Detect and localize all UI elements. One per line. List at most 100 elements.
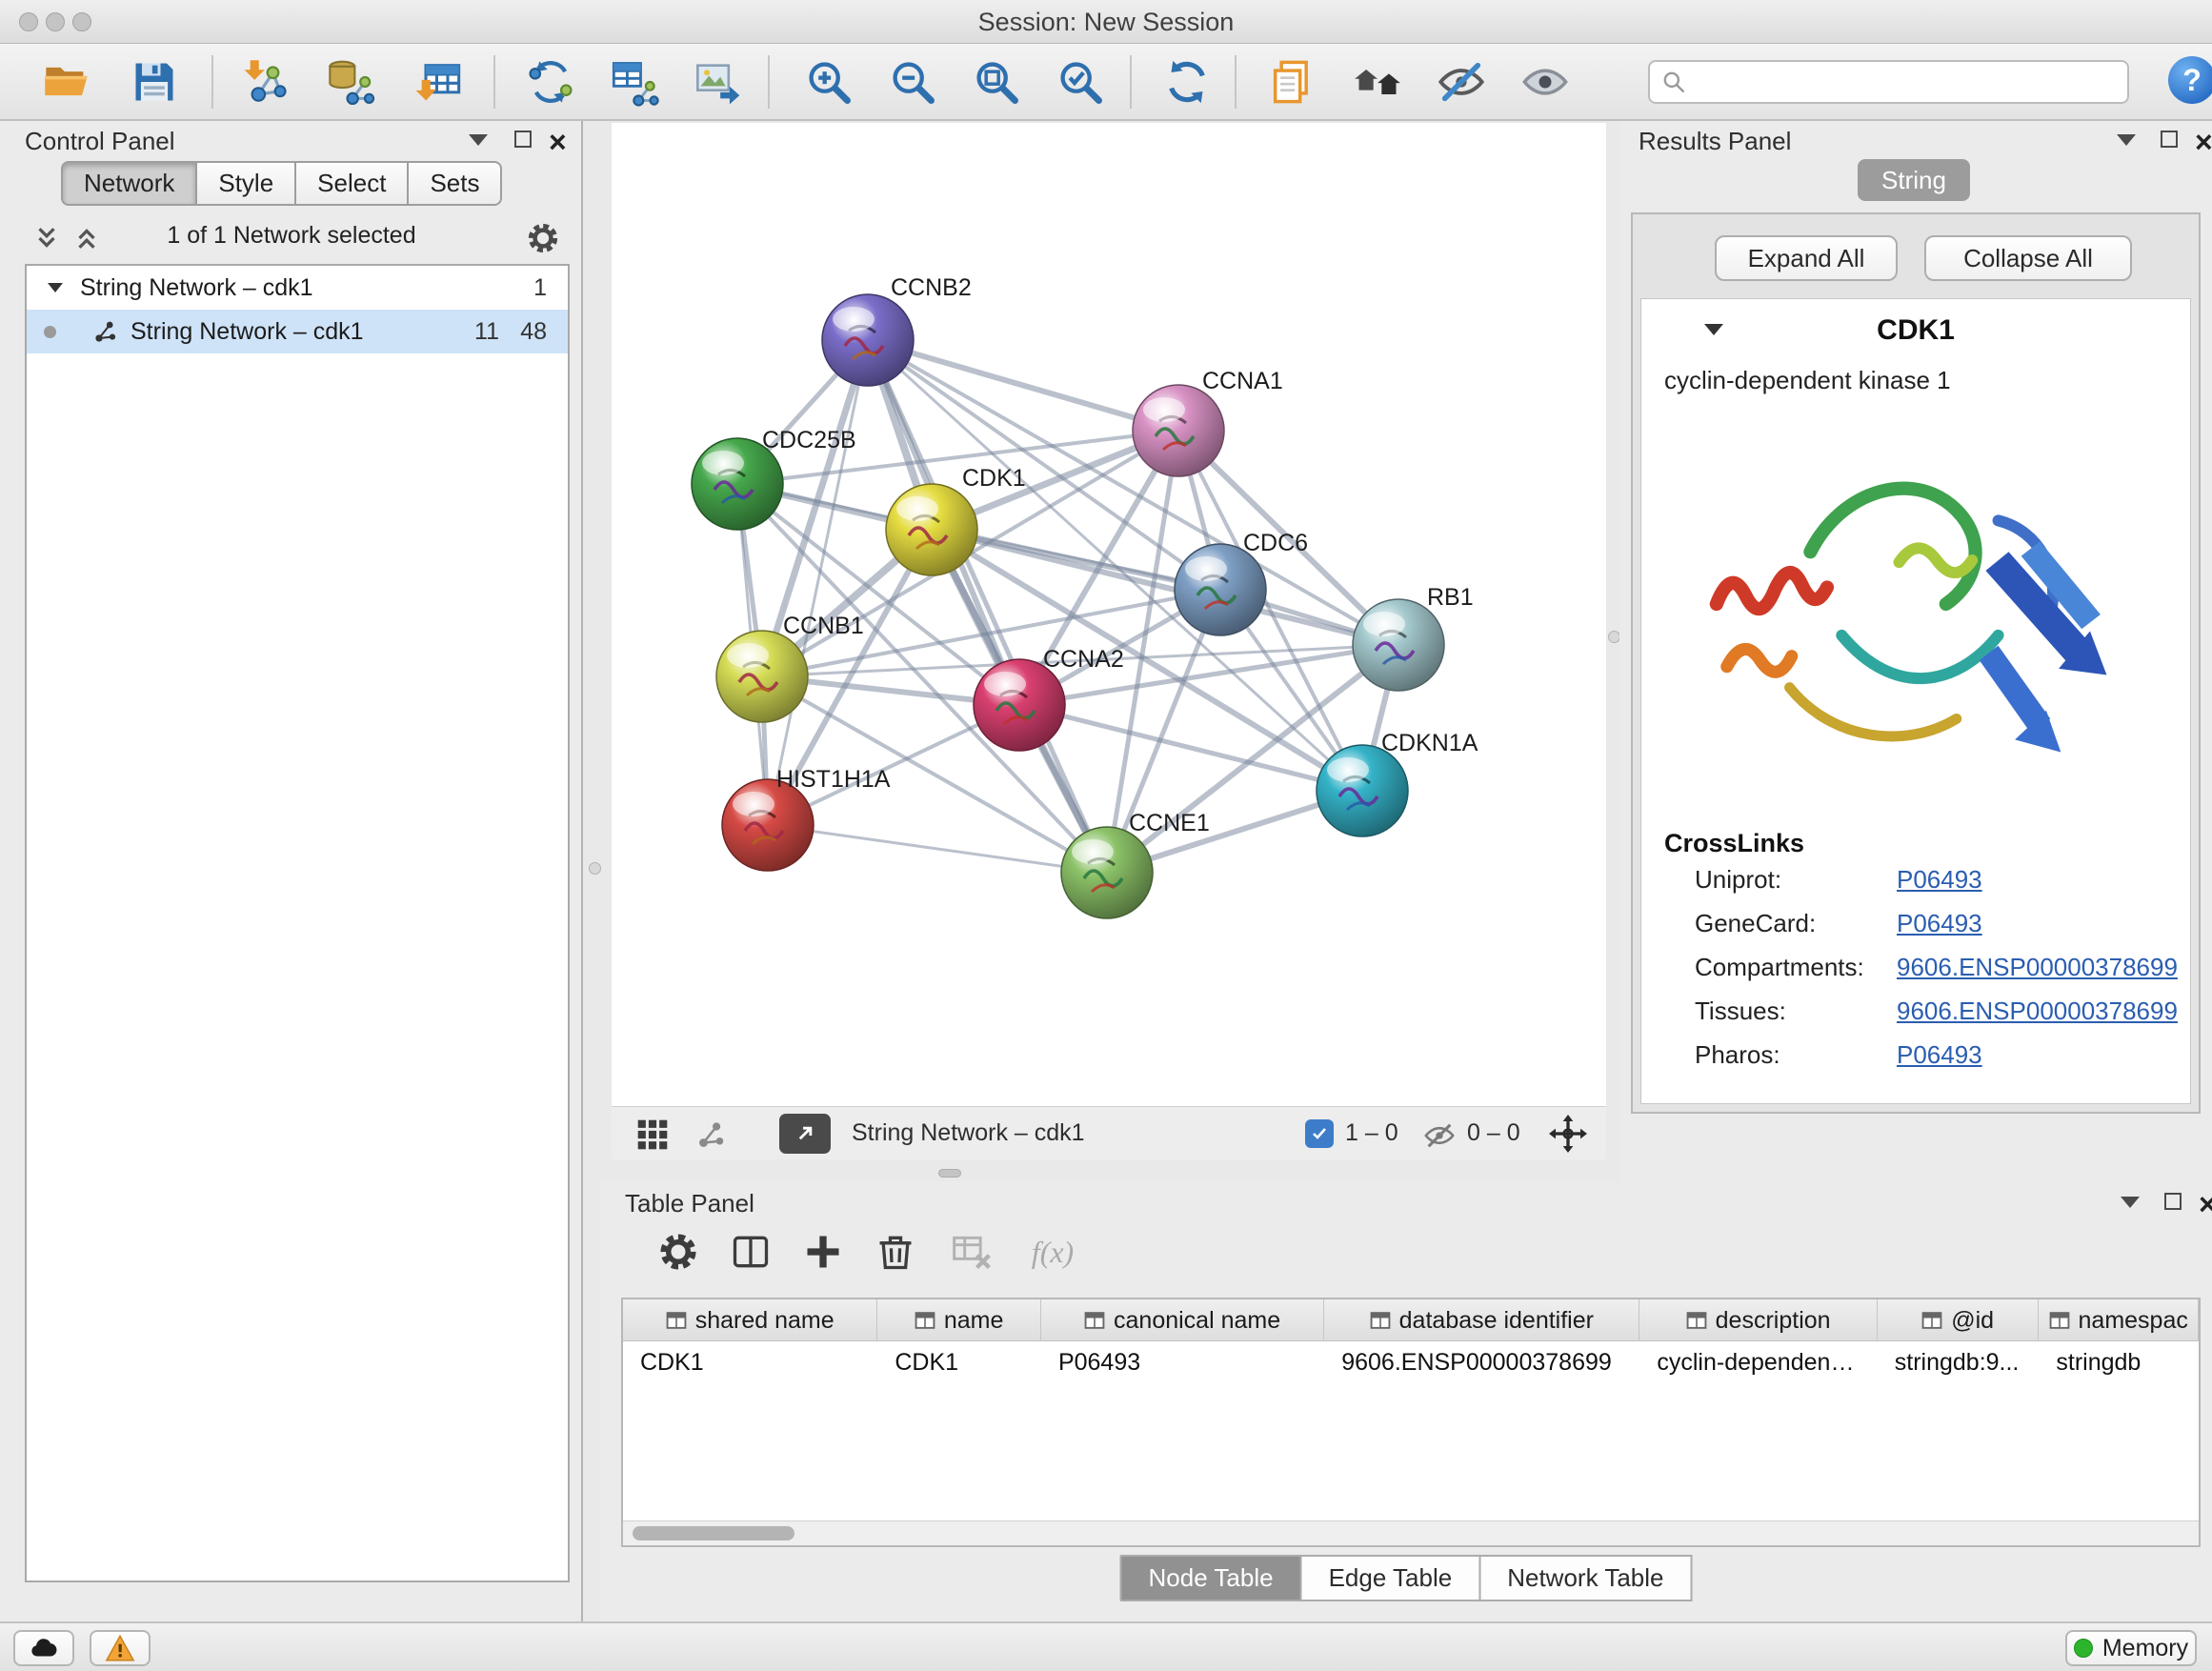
pan-crosshair-icon[interactable] bbox=[1549, 1115, 1587, 1153]
save-session-icon[interactable] bbox=[126, 52, 183, 111]
import-table-icon[interactable] bbox=[410, 52, 467, 111]
expand-all-button[interactable]: Expand All bbox=[1715, 235, 1898, 281]
crosslink-link[interactable]: P06493 bbox=[1897, 1040, 1982, 1070]
network-row[interactable]: String Network – cdk1 11 48 bbox=[27, 310, 568, 353]
search-icon bbox=[1661, 70, 1686, 94]
zoom-selected-icon[interactable] bbox=[1052, 52, 1109, 111]
network-node[interactable]: CCNB1 bbox=[716, 613, 864, 722]
column-header[interactable]: name bbox=[877, 1299, 1041, 1341]
gear-icon[interactable] bbox=[526, 221, 560, 255]
collection-count: 1 bbox=[533, 274, 547, 302]
table-settings-gear-icon[interactable] bbox=[652, 1227, 705, 1277]
network-overview-icon[interactable] bbox=[695, 1118, 728, 1151]
external-link-icon bbox=[793, 1121, 817, 1146]
column-header[interactable]: namespac bbox=[2039, 1299, 2199, 1341]
cloud-status-button[interactable] bbox=[13, 1630, 74, 1666]
tab-sets[interactable]: Sets bbox=[407, 161, 502, 206]
panel-float-icon[interactable] bbox=[2164, 1193, 2182, 1210]
home-icon[interactable] bbox=[1349, 52, 1406, 111]
network-node[interactable]: CCNB2 bbox=[822, 274, 972, 386]
status-bar: Memory bbox=[0, 1621, 2212, 1671]
network-edge[interactable] bbox=[868, 340, 1178, 431]
table-row[interactable]: CDK1CDK1P064939606.ENSP00000378699cyclin… bbox=[623, 1341, 2199, 1383]
selected-nodes-checkbox-icon[interactable] bbox=[1305, 1119, 1334, 1148]
zoom-in-icon[interactable] bbox=[800, 52, 857, 111]
table-cell[interactable]: stringdb bbox=[2039, 1341, 2199, 1383]
network-type-icon bbox=[92, 318, 119, 345]
export-image-icon[interactable] bbox=[690, 52, 747, 111]
tree-expander-icon[interactable] bbox=[48, 283, 63, 292]
tab-network-table[interactable]: Network Table bbox=[1478, 1555, 1692, 1601]
network-collection-label: String Network – cdk1 bbox=[80, 274, 313, 302]
table-cell[interactable]: stringdb:9... bbox=[1878, 1341, 2040, 1383]
delete-column-trash-icon[interactable] bbox=[869, 1227, 922, 1277]
import-network-from-database-icon[interactable] bbox=[322, 52, 379, 111]
search-field[interactable] bbox=[1648, 60, 2129, 104]
column-header[interactable]: shared name bbox=[623, 1299, 877, 1341]
panel-close-icon[interactable]: × bbox=[2195, 132, 2212, 151]
network-edge[interactable] bbox=[768, 825, 1107, 873]
collapse-all-button[interactable]: Collapse All bbox=[1924, 235, 2132, 281]
zoom-fit-icon[interactable] bbox=[968, 52, 1025, 111]
node-label: CCNA1 bbox=[1202, 368, 1283, 394]
table-cell[interactable]: P06493 bbox=[1041, 1341, 1324, 1383]
table-cell[interactable]: CDK1 bbox=[623, 1341, 877, 1383]
table-horizontal-scrollbar[interactable] bbox=[623, 1520, 2199, 1545]
panel-collapse-icon[interactable] bbox=[2117, 134, 2136, 146]
tab-select[interactable]: Select bbox=[294, 161, 407, 206]
network-node[interactable]: CCNA1 bbox=[1133, 368, 1283, 476]
network-node[interactable]: HIST1H1A bbox=[722, 766, 891, 871]
crosslink-link[interactable]: 9606.ENSP00000378699 bbox=[1897, 997, 2178, 1026]
warnings-button[interactable] bbox=[90, 1630, 151, 1666]
table-cell[interactable]: cyclin-dependent ... bbox=[1639, 1341, 1877, 1383]
search-input[interactable] bbox=[1696, 69, 2116, 96]
vertical-splitter-handle[interactable] bbox=[589, 862, 601, 875]
show-columns-icon[interactable] bbox=[724, 1227, 777, 1277]
new-network-icon[interactable] bbox=[522, 52, 579, 111]
network-collection-row[interactable]: String Network – cdk1 1 bbox=[27, 266, 568, 310]
scrollbar-thumb[interactable] bbox=[633, 1526, 794, 1540]
crosslink-link[interactable]: P06493 bbox=[1897, 865, 1982, 895]
string-network-graph[interactable]: CCNB2CCNA1CDC25BCDK1CDC6RB1CCNB1CCNA2CDK… bbox=[612, 123, 1606, 1106]
table-cell[interactable]: 9606.ENSP00000378699 bbox=[1324, 1341, 1639, 1383]
tab-node-table[interactable]: Node Table bbox=[1120, 1555, 1300, 1601]
network-edge[interactable] bbox=[768, 340, 868, 825]
column-header[interactable]: database identifier bbox=[1324, 1299, 1639, 1341]
tab-edge-table[interactable]: Edge Table bbox=[1300, 1555, 1479, 1601]
column-header[interactable]: @id bbox=[1878, 1299, 2040, 1341]
network-from-table-icon[interactable] bbox=[606, 52, 663, 111]
panel-close-icon[interactable]: × bbox=[549, 132, 567, 151]
crosslink-link[interactable]: 9606.ENSP00000378699 bbox=[1897, 953, 2178, 982]
import-network-icon[interactable] bbox=[238, 52, 295, 111]
grid-view-icon[interactable] bbox=[636, 1118, 669, 1151]
show-annotations-icon[interactable] bbox=[1517, 52, 1574, 111]
zoom-out-icon[interactable] bbox=[884, 52, 941, 111]
refresh-network-icon[interactable] bbox=[1158, 52, 1216, 111]
hide-annotations-icon[interactable] bbox=[1433, 52, 1490, 111]
network-edge[interactable] bbox=[932, 530, 1398, 645]
string-tab-badge[interactable]: String bbox=[1858, 159, 1970, 201]
memory-button[interactable]: Memory bbox=[2065, 1630, 2197, 1666]
network-node[interactable]: CDK1 bbox=[886, 465, 1026, 575]
network-node[interactable]: RB1 bbox=[1353, 584, 1474, 691]
node-label: CCNE1 bbox=[1129, 810, 1210, 836]
tab-style[interactable]: Style bbox=[195, 161, 294, 206]
table-cell[interactable]: CDK1 bbox=[877, 1341, 1041, 1383]
column-header[interactable]: canonical name bbox=[1041, 1299, 1324, 1341]
network-edge[interactable] bbox=[868, 340, 1107, 873]
duplicate-document-icon[interactable] bbox=[1263, 52, 1320, 111]
open-in-browser-button[interactable] bbox=[779, 1114, 831, 1154]
panel-float-icon[interactable] bbox=[2161, 131, 2178, 148]
add-column-icon[interactable] bbox=[796, 1227, 850, 1277]
network-view-canvas[interactable]: CCNB2CCNA1CDC25BCDK1CDC6RB1CCNB1CCNA2CDK… bbox=[612, 123, 1606, 1106]
panel-float-icon[interactable] bbox=[514, 131, 532, 148]
open-session-icon[interactable] bbox=[38, 52, 95, 111]
crosslink-link[interactable]: P06493 bbox=[1897, 909, 1982, 938]
panel-close-icon[interactable]: × bbox=[2199, 1195, 2212, 1214]
column-header[interactable]: description bbox=[1639, 1299, 1877, 1341]
help-icon[interactable]: ? bbox=[2168, 56, 2212, 104]
panel-collapse-icon[interactable] bbox=[2121, 1197, 2140, 1208]
tab-network[interactable]: Network bbox=[61, 161, 195, 206]
horizontal-splitter-handle[interactable] bbox=[938, 1169, 961, 1178]
panel-collapse-icon[interactable] bbox=[469, 134, 488, 146]
